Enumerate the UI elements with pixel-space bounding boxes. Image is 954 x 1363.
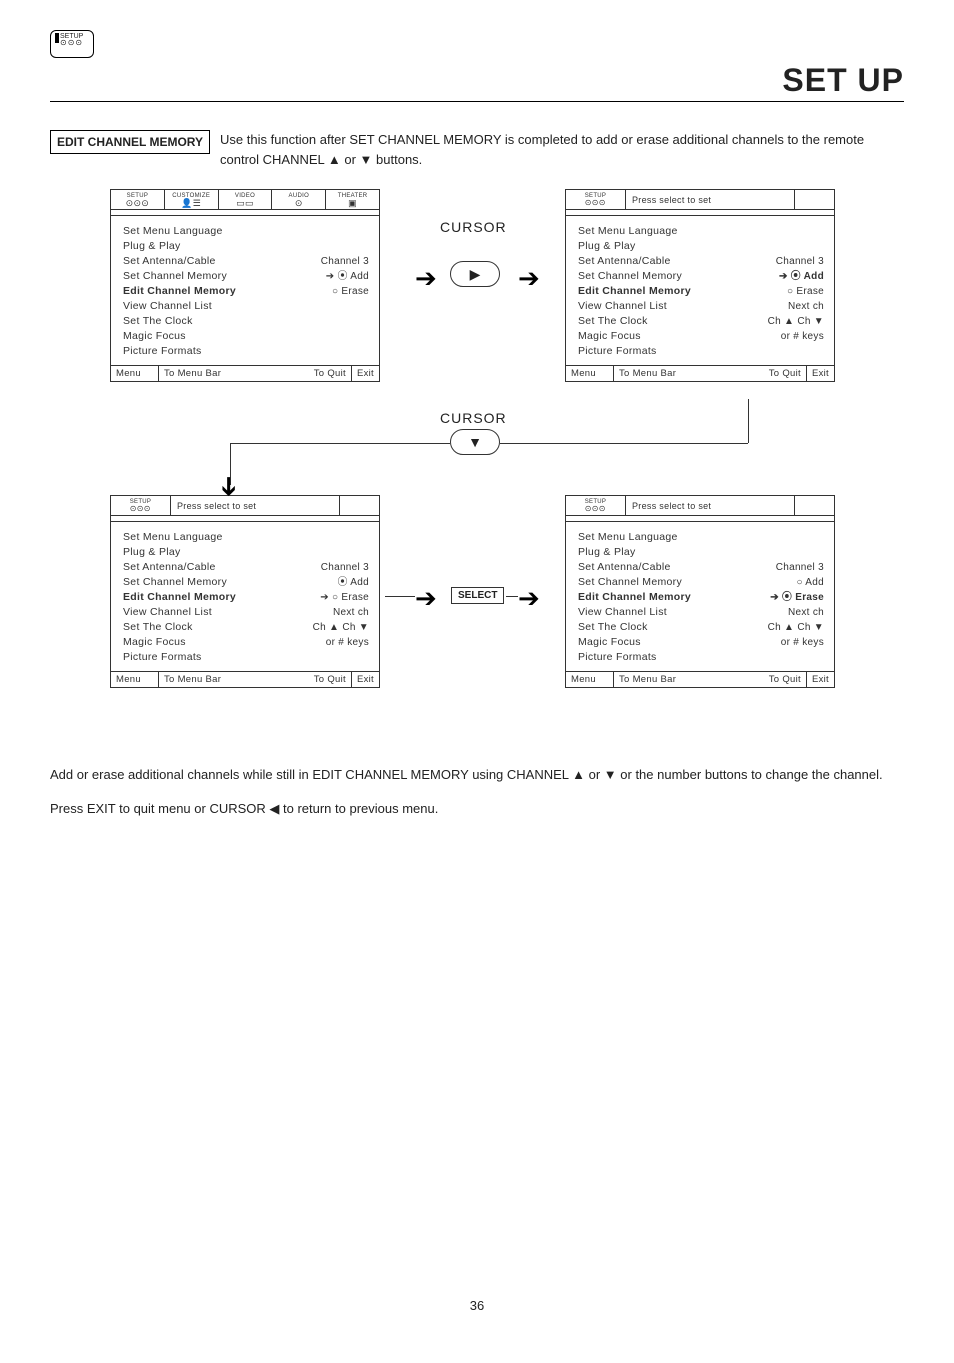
cursor-label-mid: CURSOR <box>440 410 507 426</box>
arrow-right-3: ➔ <box>415 583 437 614</box>
panel2-tab: SETUP⊙⊙⊙ <box>566 190 626 209</box>
setup-corner-icon: SETUP ⊙⊙⊙ <box>50 30 904 58</box>
arrow-right-2: ➔ <box>518 263 540 294</box>
cursor-down-bubble: ▼ <box>450 429 500 455</box>
instruction-text-1: Add or erase additional channels while s… <box>50 765 904 785</box>
cursor-label-top: CURSOR <box>440 219 507 235</box>
page-title: SET UP <box>50 62 904 102</box>
instruction-text-2: Press EXIT to quit menu or CURSOR ◀ to r… <box>50 799 904 819</box>
flow-diagram: SETUP⊙⊙⊙ CUSTOMIZE👤☰ VIDEO▭▭ AUDIO⊙ THEA… <box>50 189 904 749</box>
page-number: 36 <box>50 1298 904 1313</box>
select-box: SELECT <box>451 587 504 604</box>
menu-panel-1: SETUP⊙⊙⊙ CUSTOMIZE👤☰ VIDEO▭▭ AUDIO⊙ THEA… <box>110 189 380 382</box>
menu-panel-2: SETUP⊙⊙⊙ Press select to set Set Menu La… <box>565 189 835 382</box>
arrow-down-into-panel3: ➔ <box>213 476 244 498</box>
menu-panel-3: SETUP⊙⊙⊙ Press select to set Set Menu La… <box>110 495 380 688</box>
section-chip: EDIT CHANNEL MEMORY <box>50 130 210 154</box>
intro-text: Use this function after SET CHANNEL MEMO… <box>220 130 904 169</box>
panel1-tabs: SETUP⊙⊙⊙ CUSTOMIZE👤☰ VIDEO▭▭ AUDIO⊙ THEA… <box>111 190 379 210</box>
menu-panel-4: SETUP⊙⊙⊙ Press select to set Set Menu La… <box>565 495 835 688</box>
arrow-right-1: ➔ <box>415 263 437 294</box>
arrow-right-4: ➔ <box>518 583 540 614</box>
cursor-right-bubble: ▶ <box>450 261 500 287</box>
